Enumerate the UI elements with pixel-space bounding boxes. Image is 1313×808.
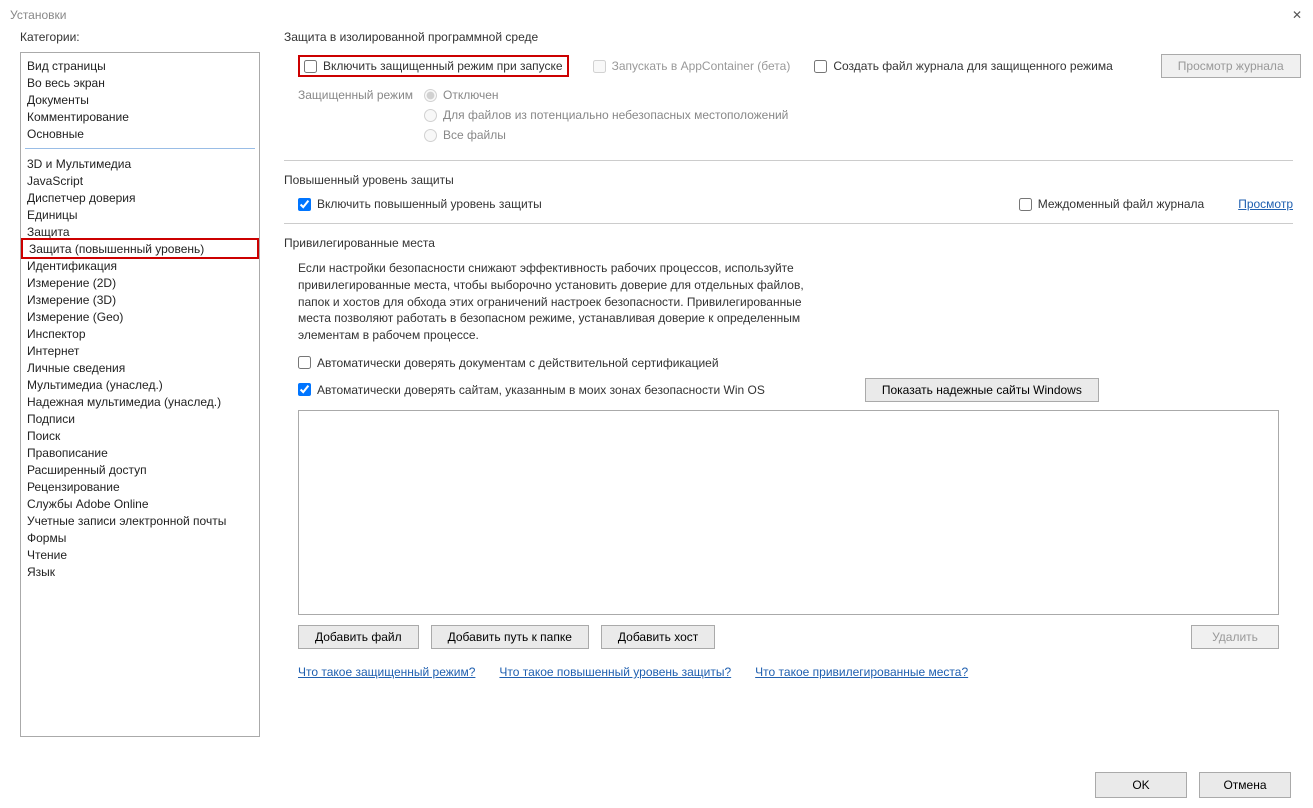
- checkbox-auto-trust-os[interactable]: Автоматически доверять сайтам, указанным…: [298, 383, 765, 397]
- category-item[interactable]: Расширенный доступ: [21, 461, 259, 478]
- category-item[interactable]: Формы: [21, 529, 259, 546]
- radio-unsafe: [424, 109, 437, 122]
- category-item[interactable]: Правописание: [21, 444, 259, 461]
- category-item[interactable]: Комментирование: [21, 108, 259, 125]
- section-sandbox: Защита в изолированной программной среде…: [284, 30, 1293, 161]
- link-what-is-privileged[interactable]: Что такое привилегированные места?: [755, 665, 968, 679]
- category-item[interactable]: Во весь экран: [21, 74, 259, 91]
- category-item[interactable]: Измерение (Geo): [21, 308, 259, 325]
- privileged-locations-list[interactable]: [298, 410, 1279, 615]
- section-privileged: Привилегированные места Если настройки б…: [284, 236, 1293, 679]
- radio-off: [424, 89, 437, 102]
- section-enhanced: Повышенный уровень защиты Включить повыш…: [284, 173, 1293, 224]
- category-item[interactable]: Мультимедиа (унаслед.): [21, 376, 259, 393]
- highlight-enable-protected: Включить защищенный режим при запуске: [298, 55, 569, 77]
- protected-mode-label: Защищенный режим: [298, 88, 424, 102]
- checkbox-create-log[interactable]: Создать файл журнала для защищенного реж…: [814, 59, 1112, 73]
- add-file-button[interactable]: Добавить файл: [298, 625, 419, 649]
- category-item[interactable]: Измерение (2D): [21, 274, 259, 291]
- category-item[interactable]: Идентификация: [21, 257, 259, 274]
- checkbox-enable-enhanced[interactable]: Включить повышенный уровень защиты: [298, 197, 542, 211]
- category-item[interactable]: Чтение: [21, 546, 259, 563]
- category-item[interactable]: Надежная мультимедиа (унаслед.): [21, 393, 259, 410]
- ok-button[interactable]: OK: [1095, 772, 1187, 798]
- category-item[interactable]: JavaScript: [21, 172, 259, 189]
- category-item[interactable]: Инспектор: [21, 325, 259, 342]
- category-item[interactable]: Защита (повышенный уровень): [21, 238, 259, 259]
- category-item[interactable]: Диспетчер доверия: [21, 189, 259, 206]
- add-host-button[interactable]: Добавить хост: [601, 625, 715, 649]
- category-item[interactable]: Личные сведения: [21, 359, 259, 376]
- close-icon[interactable]: ✕: [1289, 8, 1305, 22]
- checkbox-auto-trust-cert[interactable]: Автоматически доверять документам с дейс…: [298, 356, 719, 370]
- category-item[interactable]: Рецензирование: [21, 478, 259, 495]
- privileged-description: Если настройки безопасности снижают эффе…: [284, 260, 804, 344]
- category-item[interactable]: Подписи: [21, 410, 259, 427]
- categories-listbox[interactable]: Вид страницыВо весь экранДокументыКоммен…: [20, 52, 260, 737]
- radio-all: [424, 129, 437, 142]
- category-item[interactable]: Службы Adobe Online: [21, 495, 259, 512]
- category-item[interactable]: Измерение (3D): [21, 291, 259, 308]
- category-item[interactable]: 3D и Мультимедиа: [21, 155, 259, 172]
- category-item[interactable]: Основные: [21, 125, 259, 142]
- category-item[interactable]: Интернет: [21, 342, 259, 359]
- category-item[interactable]: Вид страницы: [21, 57, 259, 74]
- category-item[interactable]: Единицы: [21, 206, 259, 223]
- checkbox-cross-domain-log[interactable]: Междоменный файл журнала: [1019, 197, 1204, 211]
- link-what-is-enhanced[interactable]: Что такое повышенный уровень защиты?: [499, 665, 731, 679]
- window-title: Установки: [10, 8, 66, 22]
- link-view-cross-log[interactable]: Просмотр: [1238, 197, 1293, 211]
- category-item[interactable]: Язык: [21, 563, 259, 580]
- section-sandbox-title: Защита в изолированной программной среде: [284, 30, 1293, 44]
- view-log-button: Просмотр журнала: [1161, 54, 1301, 78]
- link-what-is-protected[interactable]: Что такое защищенный режим?: [298, 665, 475, 679]
- section-enhanced-title: Повышенный уровень защиты: [284, 173, 1293, 187]
- add-folder-button[interactable]: Добавить путь к папке: [431, 625, 589, 649]
- delete-button: Удалить: [1191, 625, 1279, 649]
- categories-label: Категории:: [20, 30, 260, 44]
- checkbox-enable-protected-mode[interactable]: Включить защищенный режим при запуске: [304, 59, 563, 73]
- checkbox-appcontainer: Запускать в AppContainer (бета): [593, 59, 791, 73]
- category-item[interactable]: Учетные записи электронной почты: [21, 512, 259, 529]
- show-trusted-sites-button[interactable]: Показать надежные сайты Windows: [865, 378, 1099, 402]
- category-item[interactable]: Документы: [21, 91, 259, 108]
- titlebar: Установки ✕: [0, 0, 1313, 30]
- cancel-button[interactable]: Отмена: [1199, 772, 1291, 798]
- section-privileged-title: Привилегированные места: [284, 236, 1293, 250]
- category-item[interactable]: Поиск: [21, 427, 259, 444]
